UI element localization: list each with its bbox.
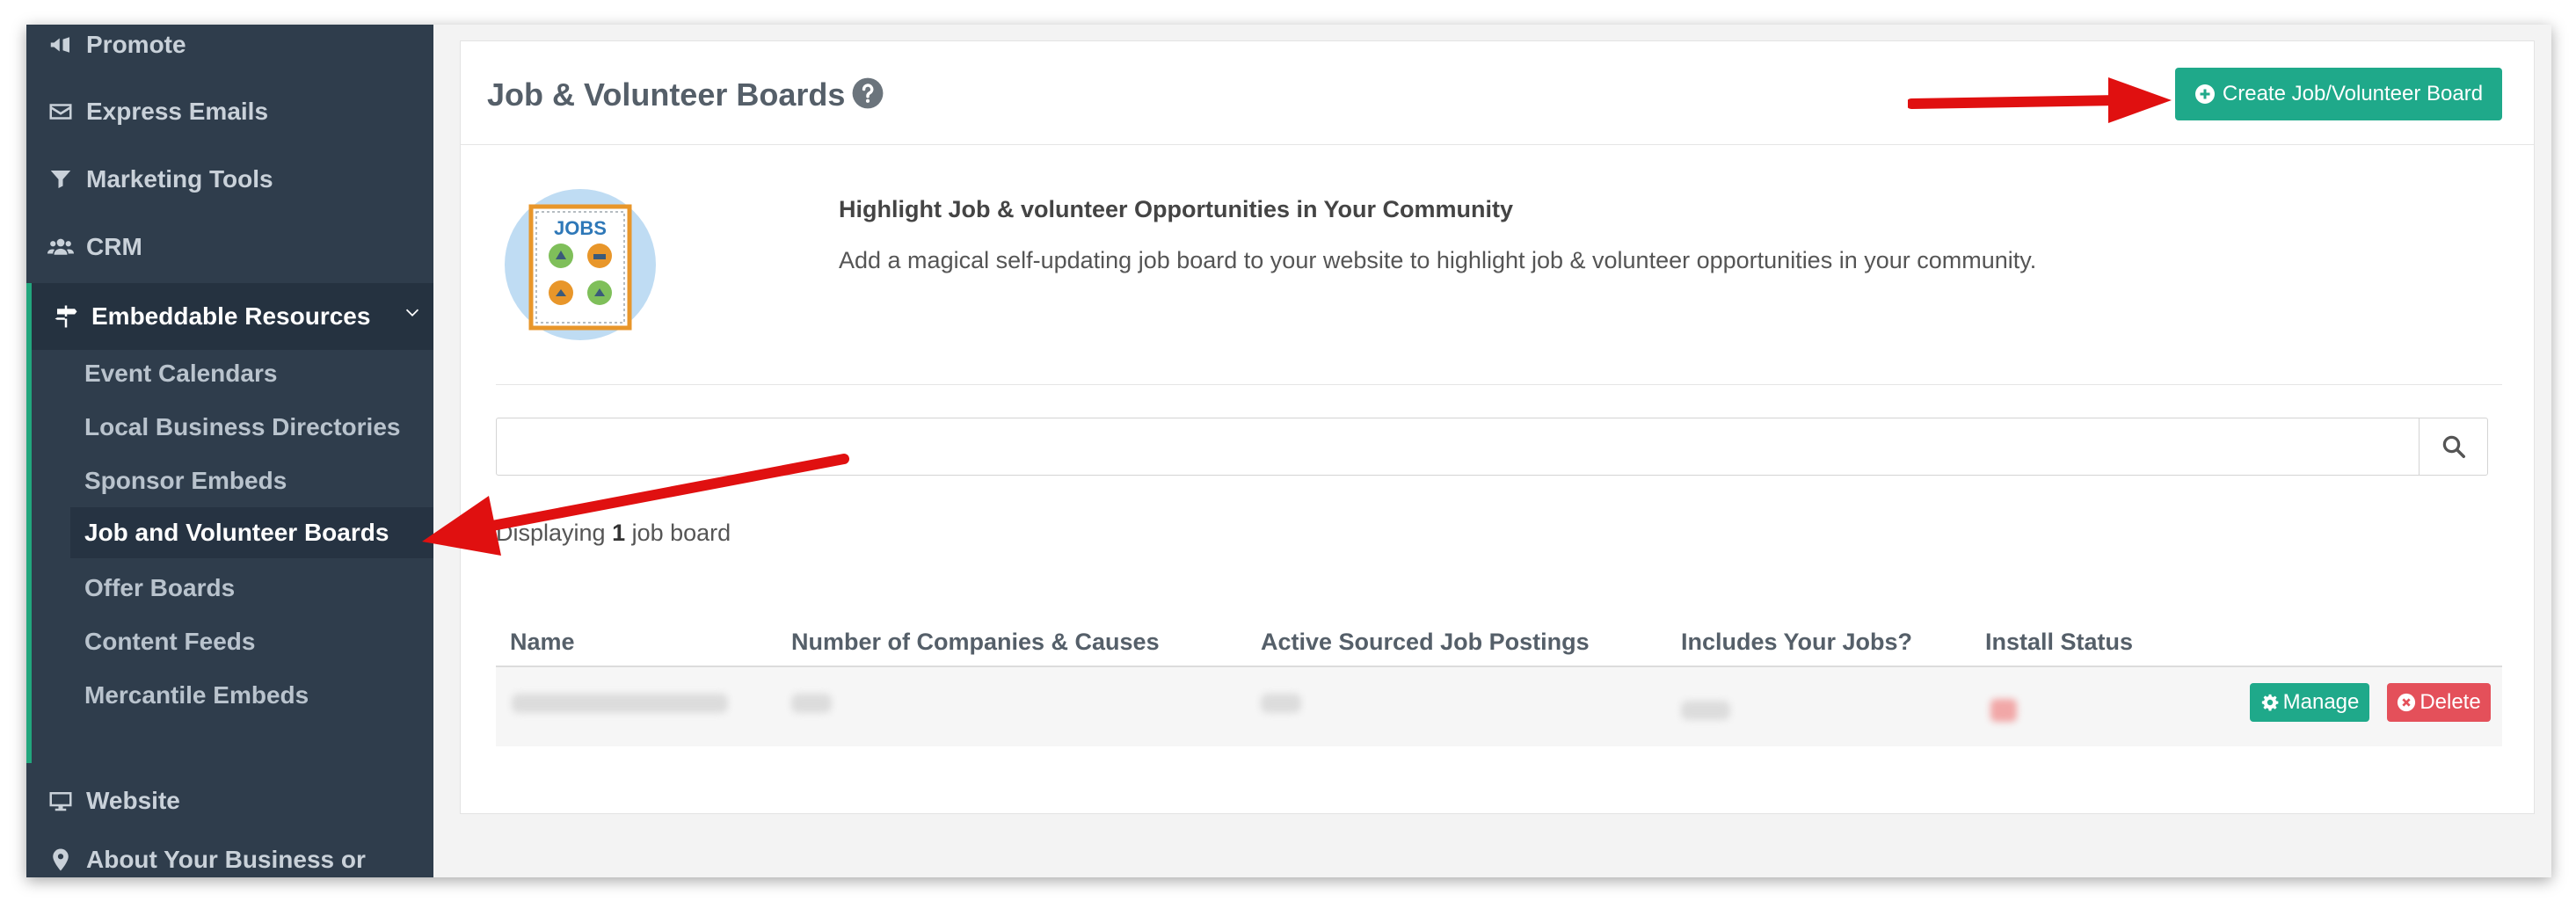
sidebar-item-label: Marketing Tools [86,165,273,193]
redacted-status [1990,699,2017,722]
annotation-arrow-create [1908,77,2172,123]
sidebar-subitem-label: Mercantile Embeds [84,681,309,709]
sidebar-item-label: Embeddable Resources [91,302,371,330]
chevron-down-icon[interactable] [404,299,421,316]
signpost-icon [51,302,81,331]
table-header: Name Number of Companies & Causes Active… [496,623,2502,667]
sidebar-item-label: Promote [86,31,186,58]
create-job-board-button[interactable]: Create Job/Volunteer Board [2175,68,2502,120]
sidebar-item-promote[interactable]: Promote [26,25,433,76]
jobs-illustration: JOBS [505,189,656,340]
help-icon[interactable] [851,76,884,110]
close-circle-icon [2398,693,2416,712]
sidebar-subitem-label: Offer Boards [84,574,236,601]
column-header-install-status: Install Status [1985,629,2134,655]
manage-button-label: Manage [2282,690,2360,714]
sidebar-item-marketing-tools[interactable]: Marketing Tools [26,149,433,210]
sidebar-item-label: Website [86,787,180,814]
sidebar-subitem-job-and-volunteer-boards[interactable]: Job and Volunteer Boards [70,507,433,558]
redacted-includes [1681,701,1730,720]
column-header-active-postings: Active Sourced Job Postings [1261,629,1590,655]
delete-button[interactable]: Delete [2387,683,2491,722]
sidebar-subitem-label: Local Business Directories [84,413,401,440]
sidebar-subitem-content-feeds[interactable]: Content Feeds [32,616,433,667]
search-button[interactable] [2419,418,2487,475]
column-header-includes-jobs: Includes Your Jobs? [1681,629,1913,655]
create-button-label: Create Job/Volunteer Board [2222,82,2484,105]
sidebar-item-about-your-business[interactable]: About Your Business or Organization [26,838,433,877]
sidebar-subitem-label: Sponsor Embeds [84,467,287,494]
sidebar-subitem-label: Job and Volunteer Boards [84,519,389,546]
sidebar-item-embeddable-resources[interactable]: Embeddable Resources [26,283,433,350]
sidebar-subitem-label: Event Calendars [84,360,278,387]
divider [496,384,2502,385]
megaphone-icon [46,30,76,60]
annotation-arrow-sidebar [422,454,849,556]
redacted-count [791,694,832,713]
redacted-postings [1261,694,1301,713]
sidebar-item-website[interactable]: Website [26,770,433,832]
sidebar-item-label: About Your Business or Organization [86,846,366,873]
envelope-icon [46,97,76,127]
map-marker-icon [46,845,76,875]
sidebar-subitem-local-business-directories[interactable]: Local Business Directories [32,402,433,453]
sidebar: Promote Express Emails Marketing Tools C… [26,25,433,877]
intro-description: Add a magical self-updating job board to… [839,247,2037,273]
page-title: Job & Volunteer Boards [487,76,846,113]
column-header-companies: Number of Companies & Causes [791,629,1160,655]
app-window: Promote Express Emails Marketing Tools C… [26,25,2551,877]
sidebar-item-label: Express Emails [86,98,269,125]
redacted-name [512,694,728,713]
users-icon [46,232,76,262]
search-icon [2442,435,2465,458]
column-header-name: Name [510,629,575,655]
desktop-icon [46,786,76,816]
plus-circle-icon [2194,84,2215,104]
sidebar-subitem-event-calendars[interactable]: Event Calendars [32,348,433,399]
table-row: Manage Delete [496,667,2502,746]
sidebar-subitem-offer-boards[interactable]: Offer Boards [32,563,433,614]
manage-button[interactable]: Manage [2250,683,2369,722]
jobs-illustration-text: JOBS [554,217,607,239]
sidebar-item-crm[interactable]: CRM [26,216,433,278]
sidebar-item-label: CRM [86,233,142,260]
gear-icon [2261,694,2278,711]
card-header: Job & Volunteer Boards Create Job/Volunt… [461,41,2534,145]
intro-heading: Highlight Job & volunteer Opportunities … [839,196,1513,222]
job-boards-card: Job & Volunteer Boards Create Job/Volunt… [460,40,2535,814]
delete-button-label: Delete [2420,690,2481,714]
filter-icon [46,164,76,194]
sidebar-subitem-sponsor-embeds[interactable]: Sponsor Embeds [32,455,433,506]
embeddable-resources-submenu: Event Calendars Local Business Directori… [26,341,433,763]
sidebar-item-express-emails[interactable]: Express Emails [26,81,433,142]
sidebar-subitem-mercantile-embeds[interactable]: Mercantile Embeds [32,670,433,721]
sidebar-subitem-label: Content Feeds [84,628,256,655]
